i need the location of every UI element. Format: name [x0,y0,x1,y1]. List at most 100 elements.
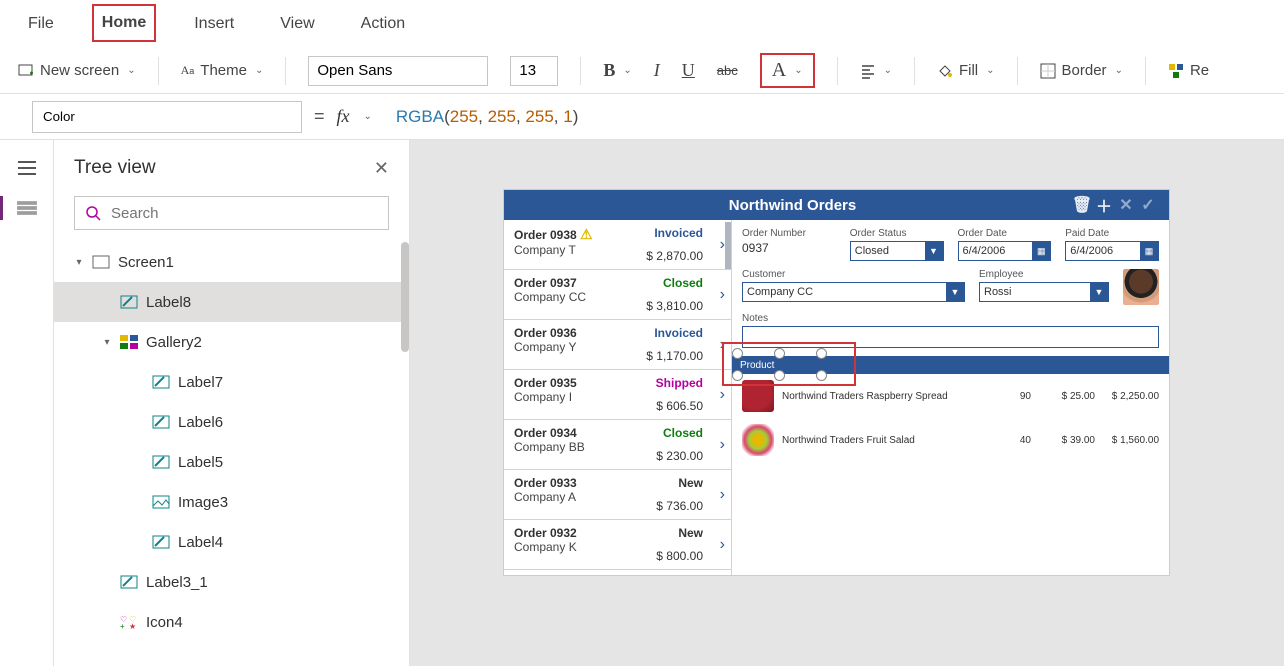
product-qty: 90 [975,391,1031,402]
cancel-icon[interactable]: ✕ [1115,195,1137,215]
calendar-icon[interactable]: ▦ [1140,242,1158,260]
resize-handle[interactable] [774,348,785,359]
font-size-select[interactable] [510,56,558,86]
order-status-label: Order Status [850,228,944,239]
chevron-right-icon: › [720,436,725,454]
trash-icon[interactable]: 🗑 [1071,195,1093,215]
label-icon [152,373,170,391]
add-icon[interactable]: ＋ [1093,193,1115,217]
new-screen-label: New screen [40,62,119,79]
chevron-right-icon: › [720,536,725,554]
resize-handle[interactable] [732,370,743,381]
order-row[interactable]: Order 0938 ⚠ Company T Invoiced $ 2,870.… [504,220,731,270]
fill-icon [937,63,953,79]
tree-view-panel: Tree view ✕ ▾Screen1Label8▾Gallery2Label… [54,140,410,666]
property-select[interactable] [32,101,302,133]
tree-node-label5[interactable]: Label5 [54,442,409,482]
tree-view-title: Tree view [74,157,156,179]
order-row[interactable]: Order 0935 Company I Shipped $ 606.50 › [504,370,731,420]
product-image [742,380,774,412]
close-icon[interactable]: ✕ [374,158,389,179]
tree-node-gallery2[interactable]: ▾Gallery2 [54,322,409,362]
resize-handle[interactable] [732,348,743,359]
formula-expression[interactable]: RGBA(255, 255, 255, 1) [396,107,578,127]
order-row[interactable]: Order 0936 Company Y Invoiced $ 1,170.00… [504,320,731,370]
tree-node-label3_1[interactable]: Label3_1 [54,562,409,602]
tree-node-label8[interactable]: Label8 [54,282,409,322]
order-date-field[interactable]: 6/4/2006▦ [958,241,1052,261]
notes-label: Notes [742,313,1159,324]
underline-button[interactable]: U [682,60,695,81]
font-name-select[interactable] [308,56,488,86]
order-row[interactable]: Order 0937 Company CC Closed $ 3,810.00 … [504,270,731,320]
orders-list[interactable]: Order 0938 ⚠ Company T Invoiced $ 2,870.… [504,220,732,575]
resize-handle[interactable] [816,348,827,359]
product-name: Northwind Traders Fruit Salad [782,435,967,446]
product-row[interactable]: Northwind Traders Fruit Salad 40 $ 39.00… [742,418,1159,462]
new-screen-button[interactable]: New screen⌄ [18,62,136,79]
paid-date-field[interactable]: 6/4/2006▦ [1065,241,1159,261]
hamburger-icon[interactable] [17,160,37,176]
reorder-button[interactable]: Re [1168,62,1209,79]
tree-view-rail-icon[interactable] [17,200,37,216]
font-color-button[interactable]: A⌄ [760,53,815,88]
tree-node-label6[interactable]: Label6 [54,402,409,442]
tree-scrollbar[interactable] [401,242,409,352]
tree-search[interactable] [74,196,389,230]
bold-button[interactable]: B⌄ [603,60,631,81]
strikethrough-button[interactable]: abc [717,63,738,78]
align-button[interactable]: ⌄ [860,63,892,79]
menu-file[interactable]: File [20,7,62,41]
gallery-icon [120,333,138,351]
theme-button[interactable]: Aa Theme⌄ [181,62,264,79]
product-name: Northwind Traders Raspberry Spread [782,391,967,402]
product-price: $ 25.00 [1039,391,1095,402]
menu-insert[interactable]: Insert [186,7,242,41]
tree-node-label: Label5 [178,454,223,471]
order-date-label: Order Date [958,228,1052,239]
top-menu: File Home Insert View Action [0,0,1284,48]
resize-handle[interactable] [774,370,785,381]
order-row[interactable]: Order 0933 Company A New $ 736.00 › [504,470,731,520]
tree-node-label: Label6 [178,414,223,431]
employee-field[interactable]: Rossi▼ [979,282,1109,302]
order-row[interactable]: Order 0932 Company K New $ 800.00 › [504,520,731,570]
tree-node-label: Image3 [178,494,228,511]
customer-field[interactable]: Company CC▼ [742,282,965,302]
tree-node-label4[interactable]: Label4 [54,522,409,562]
tree-node-label7[interactable]: Label7 [54,362,409,402]
fx-button[interactable]: fx [337,106,350,127]
chevron-right-icon: › [720,286,725,304]
chevron-right-icon: › [720,236,725,254]
italic-button[interactable]: I [654,60,660,81]
product-row[interactable]: Northwind Traders Raspberry Spread 90 $ … [742,374,1159,418]
fill-label: Fill [959,62,978,79]
tree-node-screen1[interactable]: ▾Screen1 [54,242,409,282]
label-icon [120,293,138,311]
paid-date-label: Paid Date [1065,228,1159,239]
menu-action[interactable]: Action [353,7,413,41]
fill-button[interactable]: Fill⌄ [937,62,995,79]
resize-handle[interactable] [816,370,827,381]
reorder-icon [1168,63,1184,79]
product-qty: 40 [975,435,1031,446]
order-status-field[interactable]: Closed▼ [850,241,944,261]
tree-node-label: Icon4 [146,614,183,631]
tree-node-image3[interactable]: Image3 [54,482,409,522]
order-row[interactable]: Order 0934 Company BB Closed $ 230.00 › [504,420,731,470]
menu-home[interactable]: Home [92,4,156,42]
product-image [742,424,774,456]
confirm-icon[interactable]: ✓ [1137,195,1159,215]
order-number-label: Order Number [742,228,836,239]
new-screen-icon [18,63,34,79]
tree-node-icon4[interactable]: ♡♡+★Icon4 [54,602,409,642]
border-button[interactable]: Border⌄ [1040,62,1123,79]
customer-label: Customer [742,269,965,280]
calendar-icon[interactable]: ▦ [1032,242,1050,260]
tree-list[interactable]: ▾Screen1Label8▾Gallery2Label7 Label6 Label… [54,242,409,666]
ribbon: New screen⌄ Aa Theme⌄ B⌄ I U abc A⌄ ⌄ Fi… [0,48,1284,94]
menu-view[interactable]: View [272,7,322,41]
canvas[interactable]: Northwind Orders 🗑 ＋ ✕ ✓ Order 0938 ⚠ Co… [410,140,1284,666]
notes-field[interactable] [742,326,1159,348]
tree-search-input[interactable] [111,205,378,222]
